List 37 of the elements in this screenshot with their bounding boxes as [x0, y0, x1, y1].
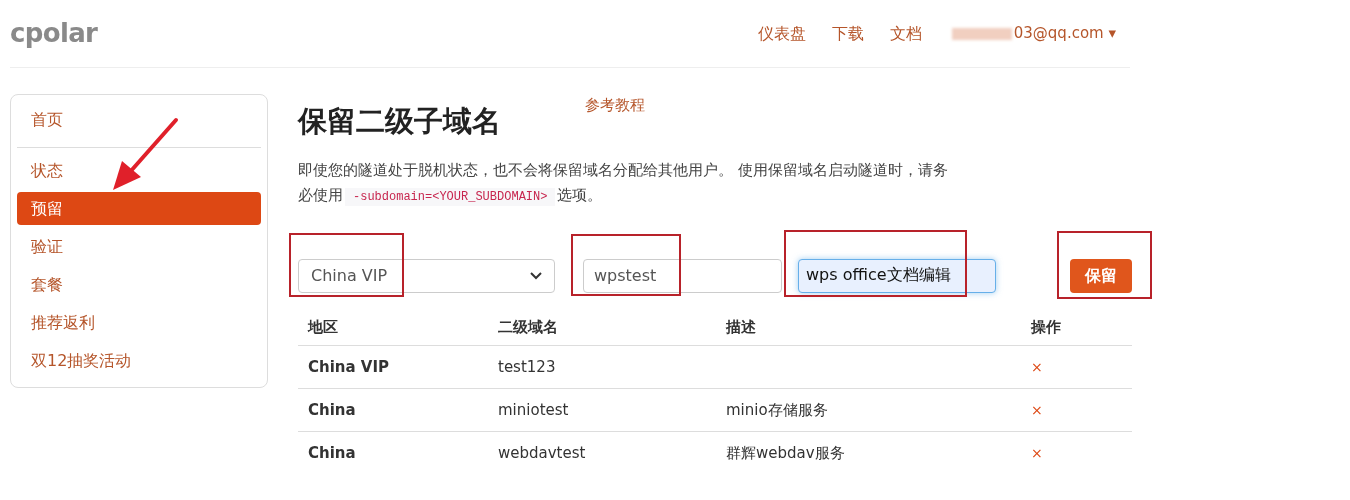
blurred-text-mask — [951, 27, 1012, 40]
delete-link[interactable]: × — [1031, 445, 1043, 461]
table-cell: China — [308, 444, 356, 462]
subdomain-input[interactable]: wpstest — [583, 258, 782, 293]
table-cell: 群辉webdav服务 — [726, 444, 845, 462]
table-cell: webdavtest — [498, 444, 586, 462]
tutorial-link[interactable]: 参考教程 — [585, 94, 645, 117]
chevron-down-icon — [530, 271, 542, 280]
brand-logo[interactable]: cpolar — [10, 14, 98, 53]
arrow-icon — [110, 117, 180, 193]
column-header: 二级域名 — [488, 309, 716, 346]
region-select[interactable]: China VIP — [298, 258, 555, 293]
table-cell: minio存储服务 — [726, 400, 828, 419]
account-menu[interactable]: 03@qq.com ▾ — [1013, 22, 1116, 45]
sidebar-item[interactable]: 首页 — [17, 103, 261, 136]
table-cell: China — [308, 400, 356, 419]
column-header: 操作 — [1021, 309, 1132, 346]
sidebar-item[interactable]: 双12抽奖活动 — [17, 344, 261, 377]
sidebar-item[interactable]: 预留 — [17, 192, 261, 225]
page-title: 保留二级子域名 — [298, 103, 501, 140]
table-cell: China VIP — [308, 357, 390, 376]
column-header: 地区 — [298, 309, 488, 346]
nav-link[interactable]: 下载 — [831, 21, 864, 46]
nav-link[interactable]: 文档 — [889, 21, 922, 46]
table-cell: miniotest — [498, 400, 569, 419]
nav-link[interactable]: 仪表盘 — [757, 21, 806, 46]
delete-link[interactable]: × — [1031, 358, 1043, 375]
sidebar-item[interactable]: 套餐 — [17, 268, 261, 301]
description-text: 即使您的隧道处于脱机状态，也不会将保留域名分配给其他用户。 使用保留域名启动隧道时，请务必使用 -subdomain=<YOUR_SUBDOMAIN> 选项。 — [298, 159, 949, 208]
sidebar-item[interactable]: 验证 — [17, 230, 261, 263]
reserve-button[interactable]: 保留 — [1070, 258, 1132, 293]
column-header: 描述 — [716, 309, 1021, 346]
sidebar-item[interactable]: 推荐返利 — [17, 306, 261, 339]
sidebar-item[interactable]: 状态 — [17, 154, 261, 187]
description-input[interactable]: wps office文档编辑 — [798, 258, 996, 293]
delete-link[interactable]: × — [1031, 401, 1043, 418]
table-cell: test123 — [498, 357, 556, 376]
